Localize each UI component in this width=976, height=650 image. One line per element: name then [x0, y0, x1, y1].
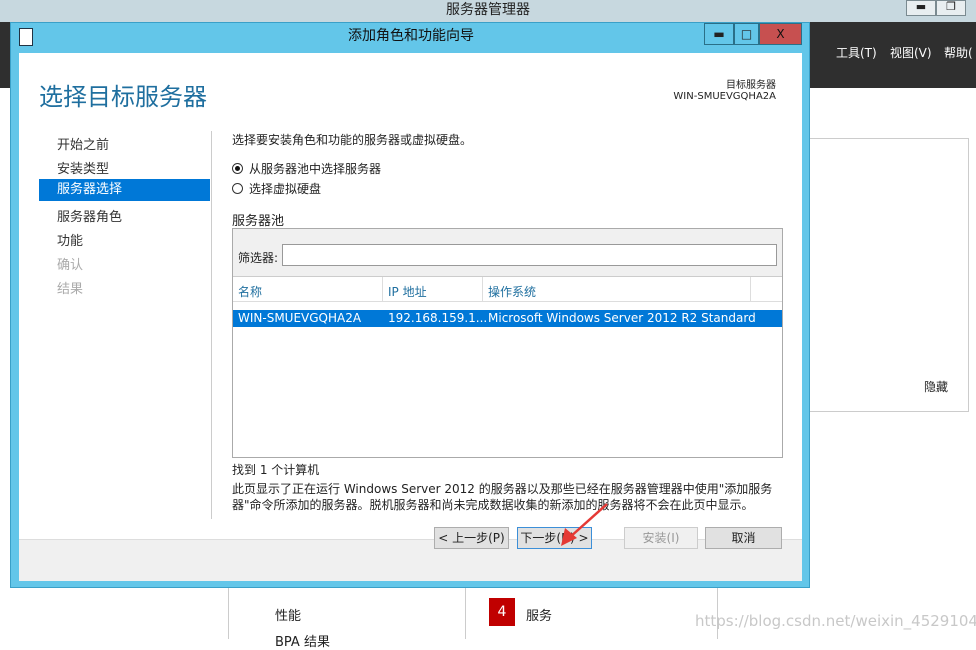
column-name[interactable]: 名称 — [238, 283, 262, 300]
cancel-button[interactable]: 取消 — [705, 527, 782, 549]
cell-ip: 192.168.159.1... — [388, 311, 488, 325]
radio-vhd-label: 选择虚拟硬盘 — [249, 182, 322, 196]
restore-button[interactable]: ❐ — [936, 0, 966, 16]
wizard-dialog: 添加角色和功能向导 ▬ □ X 选择目标服务器 目标服务器 WIN-SMUEVG… — [10, 22, 810, 588]
menu-tools[interactable]: 工具(T) — [836, 44, 877, 61]
menu-view[interactable]: 视图(V) — [890, 44, 932, 61]
found-count: 找到 1 个计算机 — [232, 463, 320, 477]
table-header: 名称 IP 地址 操作系统 — [233, 277, 782, 302]
column-ip[interactable]: IP 地址 — [388, 283, 427, 300]
wizard-content: 选择目标服务器 目标服务器 WIN-SMUEVGQHA2A 选择要安装角色和功能… — [19, 53, 802, 539]
nav-item[interactable]: 开始之前 — [57, 134, 109, 153]
page-title: 选择目标服务器 — [39, 83, 207, 111]
column-os[interactable]: 操作系统 — [488, 283, 536, 300]
server-manager-titlebar: 服务器管理器 — [0, 0, 976, 22]
server-manager-title: 服务器管理器 — [446, 2, 530, 18]
table-row[interactable]: WIN-SMUEVGQHA2A 192.168.159.1... Microso… — [233, 310, 782, 327]
minimize-button[interactable]: ▬ — [906, 0, 936, 16]
count-badge: 4 — [489, 598, 515, 626]
annotation-arrow-icon — [561, 503, 608, 546]
pool-label: 服务器池 — [232, 214, 285, 229]
target-label: 目标服务器 — [726, 80, 776, 91]
radio-vhd[interactable]: 选择虚拟硬盘 — [232, 180, 321, 197]
nav-item: 结果 — [57, 282, 84, 297]
background-panel — [808, 138, 969, 412]
radio-server-pool[interactable]: 从服务器池中选择服务器 — [232, 160, 381, 177]
nav-item[interactable]: 功能 — [57, 230, 83, 249]
cell-name: WIN-SMUEVGQHA2A — [238, 311, 362, 325]
background-tile-left — [228, 588, 466, 639]
install-button: 安装(I) — [624, 527, 698, 549]
dialog-close-button[interactable]: X — [759, 23, 802, 45]
nav-item: 确认 — [57, 258, 84, 273]
watermark: https://blog.csdn.net/weixin_45291045 — [695, 612, 976, 630]
nav-item[interactable]: 安装类型 — [57, 158, 109, 177]
dialog-minimize-button[interactable]: ▬ — [704, 23, 734, 45]
server-pool: 筛选器: 名称 IP 地址 操作系统 WIN-SMUEVGQHA2A 192.1… — [232, 228, 783, 458]
note-text: 此页显示了正在运行 Windows Server 2012 的服务器以及那些已经… — [232, 482, 773, 512]
prev-button[interactable]: < 上一步(P) — [434, 527, 509, 549]
filter-label: 筛选器: — [238, 251, 279, 265]
tile-item-services[interactable]: 服务 — [526, 605, 552, 624]
nav-item[interactable]: 服务器选择 — [39, 179, 210, 201]
cell-os: Microsoft Windows Server 2012 R2 Standar… — [488, 311, 756, 325]
dialog-maximize-button[interactable]: □ — [734, 23, 759, 45]
filter-input[interactable] — [282, 244, 777, 266]
instruction-text: 选择要安装角色和功能的服务器或虚拟硬盘。 — [232, 133, 473, 147]
target-server: 目标服务器 WIN-SMUEVGQHA2A — [673, 76, 776, 102]
tile-item-bpa[interactable]: BPA 结果 — [275, 631, 330, 650]
hide-link[interactable]: 隐藏 — [924, 378, 948, 395]
nav-item[interactable]: 服务器角色 — [57, 206, 122, 225]
tile-item-performance[interactable]: 性能 — [275, 605, 301, 624]
menu-help[interactable]: 帮助( — [944, 44, 973, 61]
radio-pool-label: 从服务器池中选择服务器 — [249, 162, 382, 176]
dialog-title: 添加角色和功能向导 — [348, 28, 474, 44]
target-value: WIN-SMUEVGQHA2A — [673, 91, 776, 102]
nav-divider — [211, 131, 212, 519]
